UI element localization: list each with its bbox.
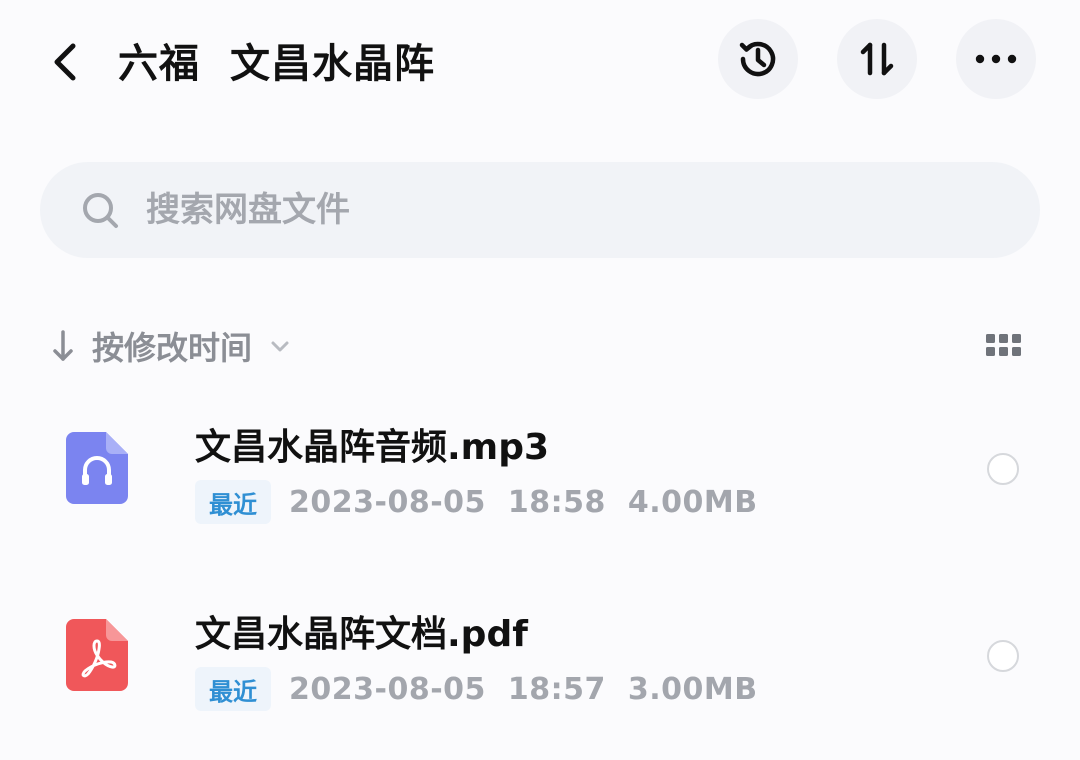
file-name: 文昌水晶阵文档.pdf <box>195 614 528 655</box>
history-button[interactable] <box>718 19 798 99</box>
recent-badge: 最近 <box>195 667 271 711</box>
search-bar[interactable] <box>40 162 1040 258</box>
sort-label: 按修改时间 <box>92 329 253 367</box>
sort-order-button[interactable] <box>837 19 917 99</box>
recent-badge: 最近 <box>195 480 271 524</box>
back-button[interactable] <box>40 36 92 88</box>
page-title-part1: 六福 <box>118 41 200 87</box>
file-time: 18:58 <box>507 484 606 520</box>
audio-file-icon <box>66 432 128 504</box>
sort-selector[interactable]: 按修改时间 <box>50 318 292 374</box>
file-name: 文昌水晶阵音频.mp3 <box>195 427 550 468</box>
file-date: 2023-08-05 <box>289 484 486 520</box>
grid-view-button[interactable] <box>980 326 1028 366</box>
file-time: 18:57 <box>507 671 606 707</box>
arrow-down-icon <box>53 330 73 361</box>
grid-view-icon <box>986 334 1021 356</box>
history-icon <box>739 41 776 77</box>
file-date: 2023-08-05 <box>289 671 486 707</box>
search-input[interactable] <box>146 180 946 240</box>
page-title-part2: 文昌水晶阵 <box>230 41 435 87</box>
top-bar: 六福 文昌水晶阵 <box>0 0 1080 120</box>
more-button[interactable] <box>956 19 1036 99</box>
file-size: 4.00MB <box>627 484 758 520</box>
file-meta: 最近 2023-08-05 18:58 4.00MB <box>195 480 758 524</box>
file-list-item[interactable]: 文昌水晶阵音频.mp3 最近 2023-08-05 18:58 4.00MB <box>0 398 1080 548</box>
file-list-item[interactable]: 文昌水晶阵文档.pdf 最近 2023-08-05 18:57 3.00MB <box>0 585 1080 735</box>
chevron-left-icon <box>54 43 76 81</box>
more-dots-icon <box>975 54 1017 64</box>
chevron-down-icon <box>271 341 289 352</box>
file-meta: 最近 2023-08-05 18:57 3.00MB <box>195 667 758 711</box>
search-icon <box>83 193 118 228</box>
select-checkbox[interactable] <box>987 453 1019 485</box>
page-title: 六福 文昌水晶阵 <box>118 30 435 90</box>
select-checkbox[interactable] <box>987 640 1019 672</box>
file-folder-screen: 六福 文昌水晶阵 搜索网盘文件 按修改时间 文昌水晶阵音频.mp3 最近 202… <box>0 0 1080 760</box>
pdf-file-icon <box>66 619 128 691</box>
sort-arrows-icon <box>860 42 894 76</box>
file-size: 3.00MB <box>627 671 758 707</box>
